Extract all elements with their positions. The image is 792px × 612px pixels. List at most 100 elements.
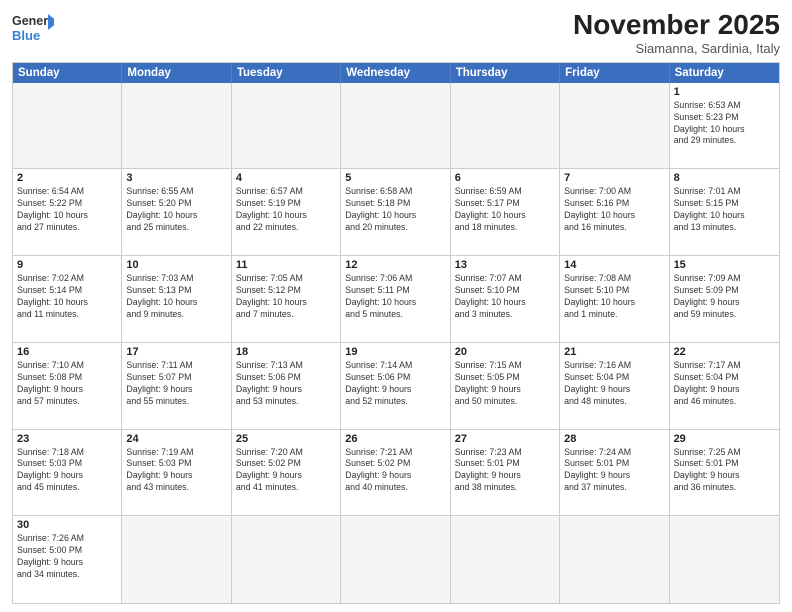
- day-number: 19: [345, 346, 445, 358]
- day-number: 28: [564, 433, 664, 445]
- cal-header-friday: Friday: [560, 63, 669, 83]
- cal-header-wednesday: Wednesday: [341, 63, 450, 83]
- day-number: 1: [674, 86, 775, 98]
- cal-header-saturday: Saturday: [670, 63, 779, 83]
- cal-cell: 9Sunrise: 7:02 AM Sunset: 5:14 PM Daylig…: [13, 256, 122, 343]
- cal-header-monday: Monday: [122, 63, 231, 83]
- cal-header-sunday: Sunday: [13, 63, 122, 83]
- day-info: Sunrise: 7:23 AM Sunset: 5:01 PM Dayligh…: [455, 447, 555, 495]
- subtitle: Siamanna, Sardinia, Italy: [573, 41, 780, 56]
- calendar: SundayMondayTuesdayWednesdayThursdayFrid…: [12, 62, 780, 604]
- day-info: Sunrise: 7:21 AM Sunset: 5:02 PM Dayligh…: [345, 447, 445, 495]
- logo-container: General Blue: [12, 10, 54, 48]
- day-number: 20: [455, 346, 555, 358]
- day-info: Sunrise: 6:55 AM Sunset: 5:20 PM Dayligh…: [126, 186, 226, 234]
- day-info: Sunrise: 7:08 AM Sunset: 5:10 PM Dayligh…: [564, 273, 664, 321]
- cal-cell: 27 Sunrise: 7:23 AM Sunset: 5:01 PM Dayli…: [451, 430, 560, 517]
- calendar-header: SundayMondayTuesdayWednesdayThursdayFrid…: [13, 63, 779, 83]
- day-info: Sunrise: 6:54 AM Sunset: 5:22 PM Dayligh…: [17, 186, 117, 234]
- day-number: 7: [564, 172, 664, 184]
- title-block: November 2025 Siamanna, Sardinia, Italy: [573, 10, 780, 56]
- cal-cell: 1 Sunrise: 6:53 AM Sunset: 5:23 PM Daylig…: [670, 83, 779, 170]
- cal-cell: 13 Sunrise: 7:07 AM Sunset: 5:10 PM Dayli…: [451, 256, 560, 343]
- cal-cell: 8Sunrise: 7:01 AM Sunset: 5:15 PM Daylig…: [670, 169, 779, 256]
- day-number: 25: [236, 433, 336, 445]
- cal-cell: 21 Sunrise: 7:16 AM Sunset: 5:04 PM Dayli…: [560, 343, 669, 430]
- day-number: 14: [564, 259, 664, 271]
- day-number: 10: [126, 259, 226, 271]
- cal-cell: [451, 516, 560, 603]
- cal-cell: 22 Sunrise: 7:17 AM Sunset: 5:04 PM Dayli…: [670, 343, 779, 430]
- day-info: Sunrise: 7:20 AM Sunset: 5:02 PM Dayligh…: [236, 447, 336, 495]
- day-info: Sunrise: 7:11 AM Sunset: 5:07 PM Dayligh…: [126, 360, 226, 408]
- day-info: Sunrise: 7:03 AM Sunset: 5:13 PM Dayligh…: [126, 273, 226, 321]
- day-number: 13: [455, 259, 555, 271]
- day-info: Sunrise: 7:07 AM Sunset: 5:10 PM Dayligh…: [455, 273, 555, 321]
- cal-cell: 17 Sunrise: 7:11 AM Sunset: 5:07 PM Dayli…: [122, 343, 231, 430]
- day-number: 26: [345, 433, 445, 445]
- cal-cell: 16Sunrise: 7:10 AM Sunset: 5:08 PM Dayli…: [13, 343, 122, 430]
- day-info: Sunrise: 6:53 AM Sunset: 5:23 PM Dayligh…: [674, 100, 775, 148]
- day-info: Sunrise: 7:25 AM Sunset: 5:01 PM Dayligh…: [674, 447, 775, 495]
- svg-text:General: General: [12, 14, 54, 28]
- cal-cell: 10 Sunrise: 7:03 AM Sunset: 5:13 PM Dayli…: [122, 256, 231, 343]
- day-number: 2: [17, 172, 117, 184]
- cal-cell: [560, 516, 669, 603]
- cal-cell: 24 Sunrise: 7:19 AM Sunset: 5:03 PM Dayli…: [122, 430, 231, 517]
- calendar-body: 1 Sunrise: 6:53 AM Sunset: 5:23 PM Daylig…: [13, 83, 779, 603]
- cal-cell: [232, 516, 341, 603]
- page: General Blue November 2025 Siamanna, Sar…: [0, 0, 792, 612]
- day-number: 9: [17, 259, 117, 271]
- day-info: Sunrise: 7:19 AM Sunset: 5:03 PM Dayligh…: [126, 447, 226, 495]
- cal-cell: 18 Sunrise: 7:13 AM Sunset: 5:06 PM Dayli…: [232, 343, 341, 430]
- cal-header-tuesday: Tuesday: [232, 63, 341, 83]
- day-info: Sunrise: 7:15 AM Sunset: 5:05 PM Dayligh…: [455, 360, 555, 408]
- day-info: Sunrise: 7:18 AM Sunset: 5:03 PM Dayligh…: [17, 447, 117, 495]
- cal-cell: 29Sunrise: 7:25 AM Sunset: 5:01 PM Dayli…: [670, 430, 779, 517]
- cal-cell: 12Sunrise: 7:06 AM Sunset: 5:11 PM Dayli…: [341, 256, 450, 343]
- day-number: 16: [17, 346, 117, 358]
- day-number: 30: [17, 519, 117, 531]
- cal-cell: 28 Sunrise: 7:24 AM Sunset: 5:01 PM Dayli…: [560, 430, 669, 517]
- day-info: Sunrise: 7:17 AM Sunset: 5:04 PM Dayligh…: [674, 360, 775, 408]
- day-number: 5: [345, 172, 445, 184]
- header: General Blue November 2025 Siamanna, Sar…: [12, 10, 780, 56]
- day-number: 18: [236, 346, 336, 358]
- day-number: 27: [455, 433, 555, 445]
- cal-cell: 5 Sunrise: 6:58 AM Sunset: 5:18 PM Daylig…: [341, 169, 450, 256]
- cal-cell: 11 Sunrise: 7:05 AM Sunset: 5:12 PM Dayli…: [232, 256, 341, 343]
- day-info: Sunrise: 7:13 AM Sunset: 5:06 PM Dayligh…: [236, 360, 336, 408]
- cal-cell: 15 Sunrise: 7:09 AM Sunset: 5:09 PM Dayli…: [670, 256, 779, 343]
- day-info: Sunrise: 6:58 AM Sunset: 5:18 PM Dayligh…: [345, 186, 445, 234]
- day-info: Sunrise: 7:01 AM Sunset: 5:15 PM Dayligh…: [674, 186, 775, 234]
- cal-cell: 23 Sunrise: 7:18 AM Sunset: 5:03 PM Dayli…: [13, 430, 122, 517]
- day-number: 22: [674, 346, 775, 358]
- day-number: 3: [126, 172, 226, 184]
- day-info: Sunrise: 7:26 AM Sunset: 5:00 PM Dayligh…: [17, 533, 117, 581]
- cal-header-thursday: Thursday: [451, 63, 560, 83]
- day-info: Sunrise: 7:06 AM Sunset: 5:11 PM Dayligh…: [345, 273, 445, 321]
- cal-cell: 30 Sunrise: 7:26 AM Sunset: 5:00 PM Dayli…: [13, 516, 122, 603]
- day-number: 17: [126, 346, 226, 358]
- day-info: Sunrise: 7:05 AM Sunset: 5:12 PM Dayligh…: [236, 273, 336, 321]
- day-number: 11: [236, 259, 336, 271]
- cal-cell: [13, 83, 122, 170]
- logo: General Blue: [12, 10, 54, 48]
- day-number: 4: [236, 172, 336, 184]
- day-info: Sunrise: 7:16 AM Sunset: 5:04 PM Dayligh…: [564, 360, 664, 408]
- logo-svg: General Blue: [12, 10, 54, 48]
- cal-cell: 14 Sunrise: 7:08 AM Sunset: 5:10 PM Dayli…: [560, 256, 669, 343]
- day-number: 15: [674, 259, 775, 271]
- day-info: Sunrise: 7:09 AM Sunset: 5:09 PM Dayligh…: [674, 273, 775, 321]
- cal-cell: [122, 516, 231, 603]
- day-number: 24: [126, 433, 226, 445]
- day-number: 21: [564, 346, 664, 358]
- cal-cell: [451, 83, 560, 170]
- cal-cell: 6Sunrise: 6:59 AM Sunset: 5:17 PM Daylig…: [451, 169, 560, 256]
- day-info: Sunrise: 7:24 AM Sunset: 5:01 PM Dayligh…: [564, 447, 664, 495]
- cal-cell: [341, 516, 450, 603]
- cal-cell: 19 Sunrise: 7:14 AM Sunset: 5:06 PM Dayli…: [341, 343, 450, 430]
- cal-cell: 2 Sunrise: 6:54 AM Sunset: 5:22 PM Daylig…: [13, 169, 122, 256]
- day-info: Sunrise: 7:14 AM Sunset: 5:06 PM Dayligh…: [345, 360, 445, 408]
- day-number: 23: [17, 433, 117, 445]
